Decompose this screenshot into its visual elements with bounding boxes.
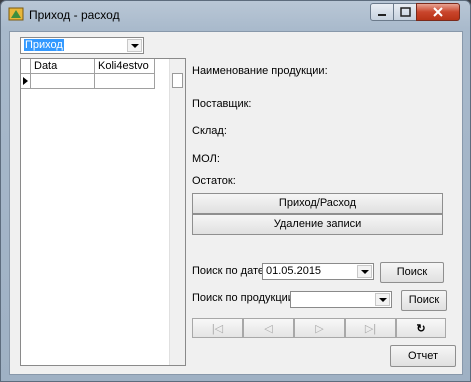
- last-icon: ▷|: [364, 323, 377, 335]
- window-title: Приход - расход: [29, 8, 120, 22]
- client-area: Приход Data Koli4estvo Наименование прод…: [9, 31, 463, 375]
- row-pointer-icon: [23, 77, 28, 85]
- chevron-down-icon[interactable]: [375, 293, 390, 306]
- mol-label: МОЛ:: [192, 153, 220, 165]
- calendar-dropdown-icon[interactable]: [357, 265, 372, 278]
- first-icon: |◁: [211, 323, 224, 335]
- grid-corner: [21, 59, 31, 74]
- product-combo[interactable]: [290, 291, 392, 308]
- scrollbar-thumb[interactable]: [172, 73, 183, 88]
- date-picker[interactable]: 01.05.2015: [262, 263, 374, 280]
- title-bar: Приход - расход: [1, 1, 470, 29]
- next-icon: ▷: [315, 323, 324, 335]
- chevron-down-icon[interactable]: [127, 39, 142, 52]
- close-button[interactable]: [416, 3, 460, 21]
- row-indicator: [21, 74, 31, 89]
- date-value: 01.05.2015: [266, 265, 322, 277]
- remainder-label: Остаток:: [192, 175, 236, 187]
- delete-record-button[interactable]: Удаление записи: [192, 214, 443, 235]
- type-combo-value: Приход: [24, 39, 64, 51]
- cell-data[interactable]: [31, 74, 95, 89]
- nav-prev-button[interactable]: ◁: [243, 318, 294, 338]
- nav-last-button[interactable]: ▷|: [345, 318, 396, 338]
- nav-first-button[interactable]: |◁: [192, 318, 243, 338]
- minimize-button[interactable]: [370, 3, 394, 21]
- main-window: Приход - расход Приход Data Koli4estvo Н…: [0, 0, 471, 382]
- column-header-data[interactable]: Data: [31, 59, 95, 74]
- grid-header: Data Koli4estvo: [21, 59, 171, 74]
- app-icon: [8, 7, 24, 21]
- warehouse-label: Склад:: [192, 125, 227, 137]
- records-grid[interactable]: Data Koli4estvo: [20, 58, 186, 366]
- grid-scrollbar[interactable]: [169, 59, 185, 365]
- nav-refresh-button[interactable]: ↻: [396, 318, 446, 338]
- cell-quantity[interactable]: [95, 74, 155, 89]
- nav-next-button[interactable]: ▷: [294, 318, 345, 338]
- search-date-button[interactable]: Поиск: [380, 262, 444, 283]
- search-product-button[interactable]: Поиск: [401, 290, 447, 311]
- refresh-icon: ↻: [416, 323, 426, 335]
- prev-icon: ◁: [264, 323, 273, 335]
- maximize-button[interactable]: [393, 3, 417, 21]
- search-product-label: Поиск по продукции:: [192, 292, 297, 304]
- column-header-quantity[interactable]: Koli4estvo: [95, 59, 155, 74]
- close-icon: [433, 7, 443, 17]
- search-date-label: Поиск по дате: [192, 265, 264, 277]
- product-name-label: Наименование продукции:: [192, 65, 328, 77]
- supplier-label: Поставщик:: [192, 98, 252, 110]
- report-button[interactable]: Отчет: [390, 345, 456, 367]
- type-combo[interactable]: Приход: [20, 37, 144, 54]
- income-expense-button[interactable]: Приход/Расход: [192, 193, 443, 214]
